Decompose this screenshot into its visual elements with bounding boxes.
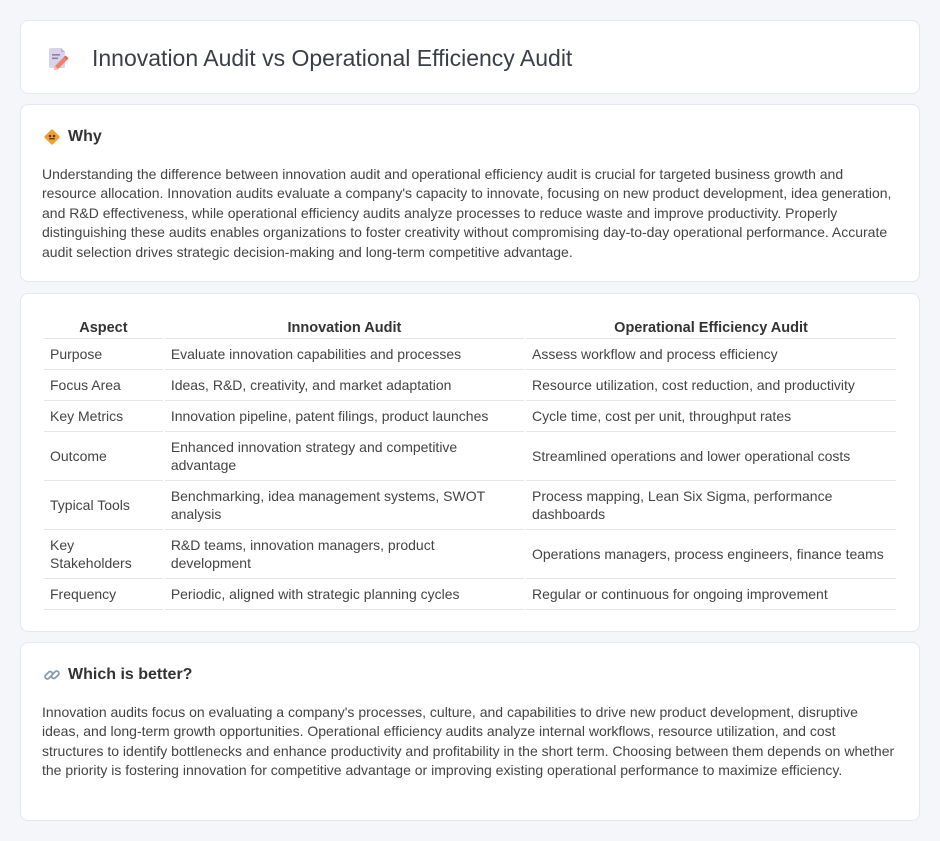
title-card: Innovation Audit vs Operational Efficien…: [20, 20, 920, 94]
innovation-cell: Periodic, aligned with strategic plannin…: [164, 579, 524, 610]
aspect-cell: Purpose: [44, 339, 163, 370]
comparison-section: Aspect Innovation Audit Operational Effi…: [20, 293, 920, 632]
diamond-sign-icon: [44, 129, 60, 145]
innovation-cell: Ideas, R&D, creativity, and market adapt…: [164, 370, 524, 401]
operational-cell: Process mapping, Lean Six Sigma, perform…: [525, 481, 896, 530]
column-header-aspect: Aspect: [44, 315, 163, 339]
operational-cell: Operations managers, process engineers, …: [525, 530, 896, 579]
table-row: Key Metrics Innovation pipeline, patent …: [44, 401, 896, 432]
which-is-better-section: Which is better? Innovation audits focus…: [20, 642, 920, 821]
operational-cell: Resource utilization, cost reduction, an…: [525, 370, 896, 401]
aspect-cell: Key Metrics: [44, 401, 163, 432]
why-heading: Why: [68, 128, 102, 145]
innovation-cell: R&D teams, innovation managers, product …: [164, 530, 524, 579]
which-is-better-header: Which is better?: [43, 664, 192, 686]
operational-cell: Assess workflow and process efficiency: [525, 339, 896, 370]
why-header: Why: [43, 126, 102, 148]
aspect-cell: Outcome: [44, 432, 163, 481]
innovation-cell: Innovation pipeline, patent filings, pro…: [164, 401, 524, 432]
table-row: Outcome Enhanced innovation strategy and…: [44, 432, 896, 481]
table-header-row: Aspect Innovation Audit Operational Effi…: [44, 315, 896, 339]
why-section: Why Understanding the difference between…: [20, 104, 920, 282]
innovation-cell: Evaluate innovation capabilities and pro…: [164, 339, 524, 370]
table-row: Focus Area Ideas, R&D, creativity, and m…: [44, 370, 896, 401]
column-header-innovation-audit: Innovation Audit: [164, 315, 524, 339]
which-is-better-heading: Which is better?: [68, 666, 193, 683]
operational-cell: Regular or continuous for ongoing improv…: [525, 579, 896, 610]
which-is-better-body: Innovation audits focus on evaluating a …: [42, 704, 895, 779]
page-title: Innovation Audit vs Operational Efficien…: [92, 45, 573, 71]
operational-cell: Cycle time, cost per unit, throughput ra…: [525, 401, 896, 432]
document-pencil-icon: [49, 48, 69, 70]
aspect-cell: Typical Tools: [44, 481, 163, 530]
table-row: Key Stakeholders R&D teams, innovation m…: [44, 530, 896, 579]
column-header-operational-efficiency-audit: Operational Efficiency Audit: [525, 315, 896, 339]
table-row: Typical Tools Benchmarking, idea managem…: [44, 481, 896, 530]
why-body: Understanding the difference between inn…: [42, 166, 892, 260]
aspect-cell: Frequency: [44, 579, 163, 610]
innovation-cell: Enhanced innovation strategy and competi…: [164, 432, 524, 481]
table-row: Frequency Periodic, aligned with strateg…: [44, 579, 896, 610]
comparison-table: Aspect Innovation Audit Operational Effi…: [42, 315, 898, 610]
link-icon: [44, 670, 60, 680]
aspect-cell: Key Stakeholders: [44, 530, 163, 579]
aspect-cell: Focus Area: [44, 370, 163, 401]
operational-cell: Streamlined operations and lower operati…: [525, 432, 896, 481]
table-row: Purpose Evaluate innovation capabilities…: [44, 339, 896, 370]
innovation-cell: Benchmarking, idea management systems, S…: [164, 481, 524, 530]
